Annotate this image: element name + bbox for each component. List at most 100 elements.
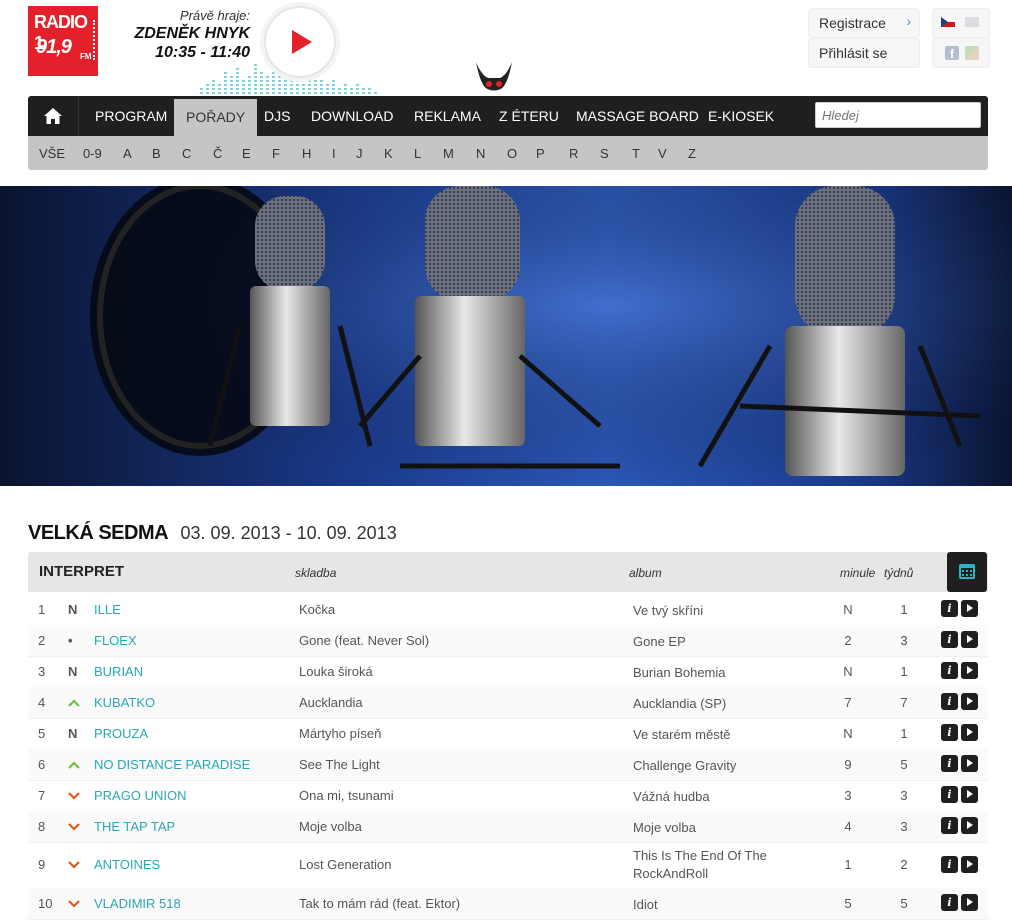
chart-table-header: INTERPRET skladba album minule týdnů (28, 552, 988, 592)
artist-link[interactable]: VLADIMIR 518 (94, 896, 181, 911)
alphabet-letter[interactable]: S (600, 146, 609, 161)
alphabet-letter[interactable]: I (332, 146, 336, 161)
facebook-icon[interactable]: f (945, 46, 959, 61)
play-track-button[interactable] (961, 755, 978, 773)
nav-download[interactable]: DOWNLOAD (311, 96, 393, 136)
artist-link[interactable]: ANTOINES (94, 857, 160, 872)
alphabet-letter[interactable]: J (356, 146, 363, 161)
play-track-button[interactable] (961, 662, 978, 680)
column-weeks: týdnů (884, 566, 914, 580)
equalizer-bar (362, 86, 365, 94)
login-button[interactable]: Přihlásit se (808, 38, 920, 68)
artist-link[interactable]: NO DISTANCE PARADISE (94, 757, 250, 772)
artist-link[interactable]: PROUZA (94, 726, 148, 741)
artist-link[interactable]: FLOEX (94, 633, 137, 648)
artist-link[interactable]: ILLE (94, 602, 121, 617)
weeks-on-chart: 5 (900, 757, 908, 772)
play-track-button[interactable] (961, 631, 978, 649)
radio1-logo[interactable]: RADIO 1 91,9 FM (28, 6, 98, 76)
alphabet-letter[interactable]: A (123, 146, 132, 161)
info-button[interactable]: i (941, 894, 958, 912)
alphabet-letter[interactable]: R (569, 146, 578, 161)
play-track-button[interactable] (961, 856, 978, 874)
alphabet-letter[interactable]: K (384, 146, 393, 161)
register-button[interactable]: Registrace › (808, 8, 920, 38)
alphabet-letter[interactable]: 0-9 (83, 146, 102, 161)
play-track-button[interactable] (961, 894, 978, 912)
info-button[interactable]: i (941, 856, 958, 874)
last-week-position: N (843, 726, 853, 741)
alphabet-letter[interactable]: C (182, 146, 191, 161)
artist-link[interactable]: PRAGO UNION (94, 788, 186, 803)
alphabet-letter[interactable]: F (272, 146, 280, 161)
uk-flag-icon[interactable] (965, 17, 979, 27)
calendar-button[interactable] (947, 552, 987, 592)
artist-link[interactable]: KUBATKO (94, 695, 155, 710)
equalizer-bar (332, 78, 335, 94)
play-button[interactable] (264, 6, 336, 78)
nav-porady[interactable]: POŘADY (174, 99, 258, 136)
chart-date-range: 03. 09. 2013 - 10. 09. 2013 (180, 523, 397, 543)
album-title: Ve starém městě (633, 727, 731, 742)
info-button[interactable]: i (941, 817, 958, 835)
play-track-button[interactable] (961, 600, 978, 618)
home-button[interactable] (28, 96, 79, 136)
row-actions: i (941, 786, 978, 804)
row-actions: i (941, 817, 978, 835)
logo-frequency: 91,9 (36, 36, 72, 58)
alphabet-letter[interactable]: E (242, 146, 251, 161)
alphabet-letter[interactable]: N (476, 146, 485, 161)
alphabet-letter[interactable]: L (414, 146, 421, 161)
info-button[interactable]: i (941, 662, 958, 680)
google-icon[interactable] (965, 46, 979, 60)
info-button[interactable]: i (941, 786, 958, 804)
song-title: Moje volba (299, 819, 362, 834)
artist-link[interactable]: BURIAN (94, 664, 143, 679)
alphabet-letter[interactable]: VŠE (39, 146, 65, 161)
nav-e-kiosek[interactable]: E-KIOSEK (708, 96, 774, 136)
info-button[interactable]: i (941, 693, 958, 711)
play-track-button[interactable] (961, 693, 978, 711)
alphabet-letter[interactable]: M (443, 146, 454, 161)
nav-program[interactable]: PROGRAM (95, 96, 167, 136)
info-button[interactable]: i (941, 755, 958, 773)
alphabet-letter[interactable]: O (507, 146, 517, 161)
play-track-button[interactable] (961, 817, 978, 835)
chart-rank: 6 (38, 757, 46, 772)
alphabet-letter[interactable]: Č (213, 146, 222, 161)
equalizer-bar (248, 74, 251, 94)
info-button[interactable]: i (941, 724, 958, 742)
last-week-position: 2 (844, 633, 852, 648)
info-button[interactable]: i (941, 600, 958, 618)
nav-djs[interactable]: DJS (264, 96, 290, 136)
equalizer-bar (260, 70, 263, 94)
chart-rank: 1 (38, 602, 46, 617)
alphabet-letter[interactable]: V (658, 146, 667, 161)
info-button[interactable]: i (941, 631, 958, 649)
nav-massage-board[interactable]: MASSAGE BOARD (576, 96, 699, 136)
alphabet-letter[interactable]: H (302, 146, 311, 161)
album-title: Ve tvý skříni (633, 603, 704, 618)
equalizer-bar (212, 78, 215, 94)
alphabet-letter[interactable]: T (632, 146, 640, 161)
play-track-button[interactable] (961, 724, 978, 742)
play-track-button[interactable] (961, 786, 978, 804)
search-input[interactable] (815, 102, 981, 128)
chart-row: 8 THE TAP TAP Moje volba Moje volba 4 3 i (28, 811, 988, 843)
equalizer-bar (266, 76, 269, 94)
new-entry-badge: N (68, 664, 78, 679)
equalizer-bar (278, 72, 281, 94)
equalizer-bar (206, 84, 209, 94)
chart-rank: 10 (38, 896, 53, 911)
nav-z-eteru[interactable]: Z ÉTERU (499, 96, 559, 136)
nav-reklama[interactable]: REKLAMA (414, 96, 481, 136)
chart-rank: 2 (38, 633, 46, 648)
equalizer-bar (272, 66, 275, 94)
artist-link[interactable]: THE TAP TAP (94, 819, 175, 834)
trend-down-icon (68, 788, 80, 803)
alphabet-letter[interactable]: P (536, 146, 545, 161)
weeks-on-chart: 5 (900, 896, 908, 911)
czech-flag-icon[interactable] (941, 17, 955, 27)
alphabet-letter[interactable]: Z (688, 146, 696, 161)
alphabet-letter[interactable]: B (152, 146, 161, 161)
